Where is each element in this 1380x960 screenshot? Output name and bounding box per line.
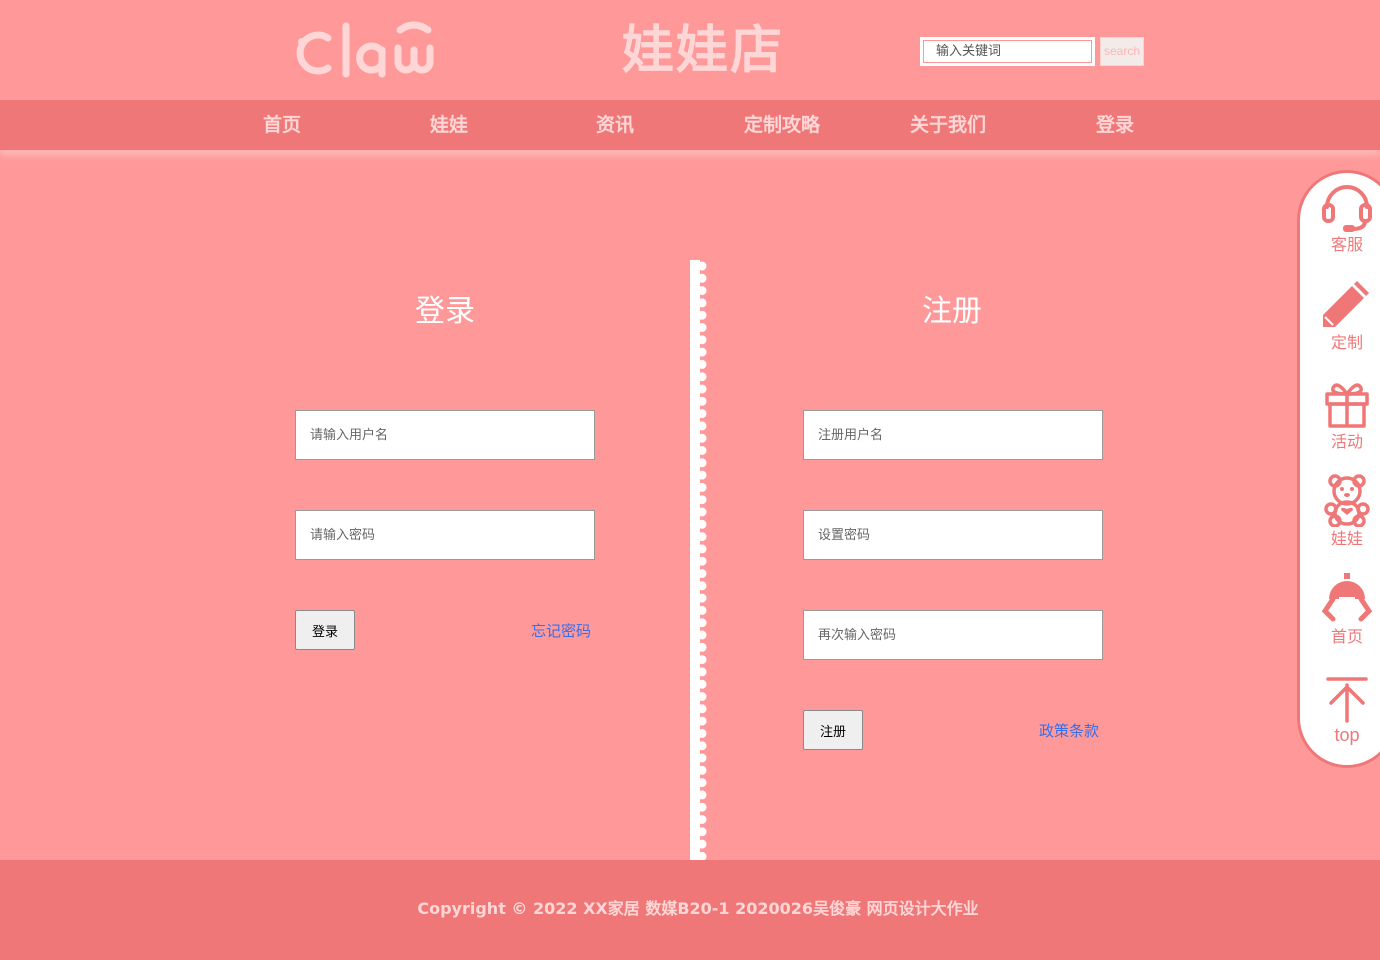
divider-dot (697, 433, 707, 443)
site-title: 娃娃店 (622, 21, 785, 81)
register-confirm-password-field[interactable] (803, 610, 1103, 660)
divider-dot (697, 507, 707, 517)
divider-dot (697, 581, 707, 591)
divider-dot (697, 347, 707, 357)
sidebar-item-customer-service[interactable]: 客服 (1300, 177, 1380, 255)
register-username-field[interactable] (803, 410, 1103, 460)
divider-dot (697, 286, 707, 296)
divider-dot (697, 704, 707, 714)
divider-dot (697, 815, 707, 824)
divider-dot (697, 396, 707, 406)
nav-item-news[interactable]: 资讯 (555, 100, 675, 150)
nav-item-dolls[interactable]: 娃娃 (389, 100, 509, 150)
divider-dot (697, 593, 707, 603)
nav-item-custom-guide[interactable]: 定制攻略 (722, 100, 842, 150)
divider-dot (697, 310, 707, 320)
divider-dot (697, 741, 707, 751)
arrow-up-icon (1326, 677, 1368, 723)
divider-dot (697, 655, 707, 665)
register-password-field[interactable] (803, 510, 1103, 560)
divider-dot (697, 802, 707, 812)
sidebar-item-top[interactable]: top (1300, 675, 1380, 745)
claw-icon (1321, 573, 1373, 622)
policy-link[interactable]: 政策条款 (1039, 721, 1099, 741)
sidebar-item-dolls[interactable]: 娃娃 (1300, 473, 1380, 549)
divider-dot (697, 827, 707, 837)
footer: Copyright © 2022 XX家居 数媒B20-1 2020026吴俊豪… (0, 860, 1380, 960)
divider-dot (697, 384, 707, 394)
divider-dot (697, 790, 707, 800)
dotted-divider (690, 260, 707, 860)
divider-dot (697, 470, 707, 480)
divider-dot (697, 409, 707, 419)
divider-dot (697, 630, 707, 640)
divider-dot (697, 765, 707, 775)
divider-dot (697, 519, 707, 529)
copyright-text: Copyright © 2022 XX家居 数媒B20-1 2020026吴俊豪… (417, 899, 979, 918)
divider-dot (697, 273, 707, 283)
divider-dot (697, 495, 707, 505)
sidebar-label-custom: 定制 (1330, 333, 1363, 352)
divider-dot (697, 778, 707, 788)
divider-dot (697, 569, 707, 578)
sidebar-label-top: top (1334, 725, 1360, 745)
divider-dot (697, 667, 707, 677)
forgot-password-link[interactable]: 忘记密码 (531, 621, 591, 641)
divider-dot (697, 482, 707, 492)
search-input[interactable] (920, 37, 1095, 66)
search-button[interactable]: search (1100, 37, 1144, 66)
divider-dot (697, 679, 707, 689)
sidebar-label-activities: 活动 (1330, 432, 1363, 451)
teddy-bear-icon (1324, 474, 1370, 527)
divider-dot (697, 298, 707, 308)
divider-dot (697, 261, 707, 271)
divider-dot (697, 556, 707, 566)
sidebar-item-custom[interactable]: 定制 (1300, 277, 1380, 353)
divider-dot (697, 446, 707, 455)
nav-item-home[interactable]: 首页 (222, 100, 342, 150)
divider-dot (697, 605, 707, 615)
divider-dot (697, 458, 707, 468)
login-password-field[interactable] (295, 510, 595, 560)
divider-dot (697, 692, 707, 701)
floating-sidebar: 客服 定制 活动 娃娃 首页 top (1297, 170, 1380, 768)
main-nav: 首页 娃娃 资讯 定制攻略 关于我们 登录 (0, 100, 1380, 150)
headset-icon (1322, 185, 1372, 232)
divider-dot (697, 323, 707, 332)
divider-dot (697, 642, 707, 652)
divider-dot (697, 753, 707, 763)
sidebar-label-customer-service: 客服 (1330, 235, 1363, 254)
divider-dot (697, 728, 707, 738)
sidebar-item-home[interactable]: 首页 (1300, 573, 1380, 647)
register-title: 注册 (922, 294, 982, 329)
nav-item-about-us[interactable]: 关于我们 (888, 100, 1008, 150)
sidebar-label-home: 首页 (1330, 627, 1363, 646)
gift-icon (1325, 383, 1369, 428)
register-button[interactable]: 注册 (803, 710, 863, 750)
divider-dot (697, 421, 707, 431)
divider-dot (697, 335, 707, 345)
nav-item-login[interactable]: 登录 (1055, 100, 1175, 150)
login-username-field[interactable] (295, 410, 595, 460)
divider-dot (697, 716, 707, 726)
logo[interactable] (288, 18, 443, 80)
divider-dot (697, 544, 707, 554)
divider-dot (697, 359, 707, 369)
divider-dot (697, 372, 707, 382)
claw-logo-icon (296, 21, 434, 78)
login-button[interactable]: 登录 (295, 610, 355, 650)
divider-dot (697, 532, 707, 542)
header: 娃娃店 search (0, 0, 1380, 100)
login-title: 登录 (415, 294, 475, 329)
divider-dot (697, 839, 707, 849)
divider-dot (697, 618, 707, 628)
sidebar-item-activities[interactable]: 活动 (1300, 378, 1380, 452)
pencil-icon (1323, 281, 1369, 327)
sidebar-label-dolls: 娃娃 (1330, 529, 1363, 548)
